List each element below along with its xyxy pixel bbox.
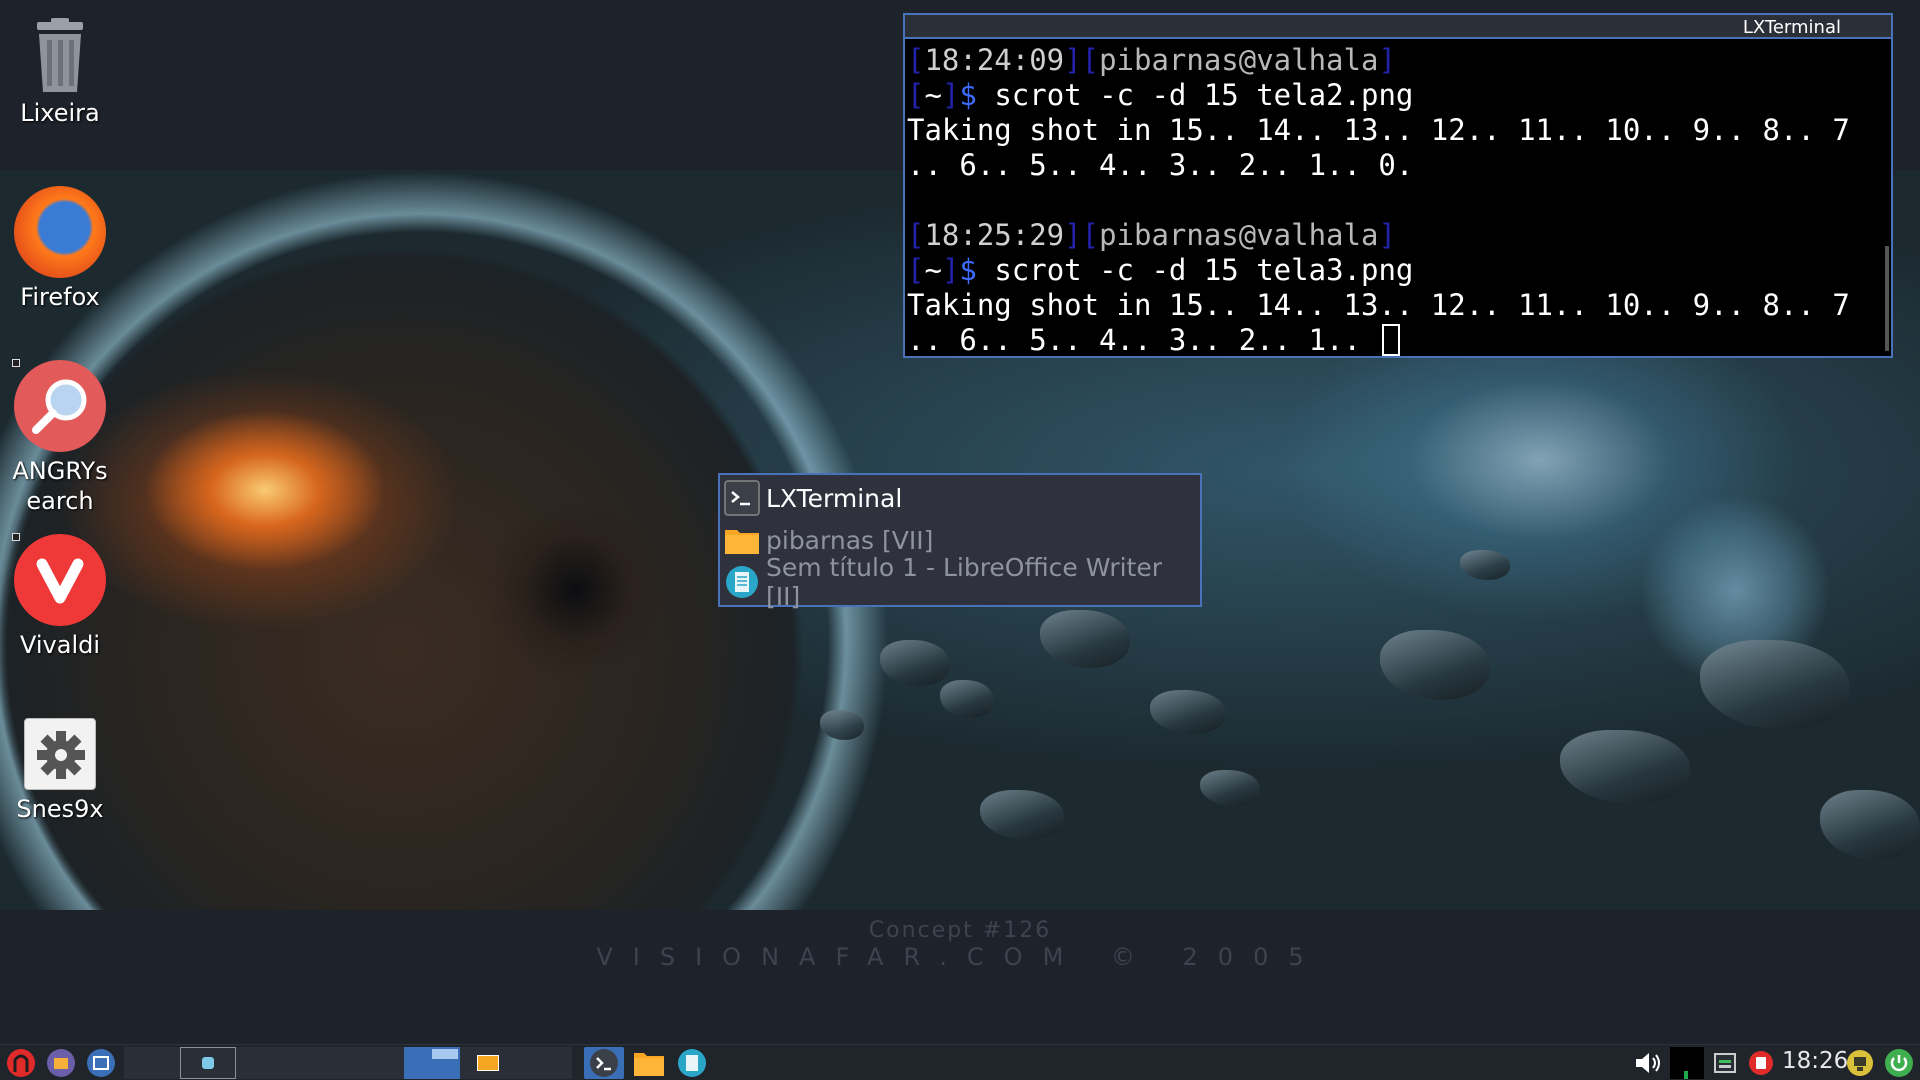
terminal-titlebar[interactable]: LXTerminal <box>905 15 1891 39</box>
terminal-icon <box>590 1049 618 1077</box>
battery-status[interactable] <box>1844 1047 1876 1079</box>
desktop-pager-1[interactable] <box>124 1047 180 1079</box>
prompt-line: [18:24:09][pibarnas@valhala] <box>907 43 1396 77</box>
panel-clock[interactable]: 18:26 <box>1782 1048 1848 1074</box>
volume-control[interactable] <box>1632 1047 1664 1079</box>
desktop-icon-vivaldi[interactable]: Vivaldi <box>0 534 120 660</box>
file-manager-launcher[interactable] <box>44 1047 78 1079</box>
text-cursor <box>1382 324 1401 356</box>
taskbar-panel: 18:26 <box>0 1044 1920 1080</box>
output-line: .. 6.. 5.. 4.. 3.. 2.. 1.. 0. <box>907 148 1414 182</box>
desktop-pager-8[interactable] <box>516 1047 572 1079</box>
terminal-window[interactable]: LXTerminal [18:24:09][pibarnas@valhala][… <box>903 13 1893 358</box>
window-title: LXTerminal <box>1742 17 1841 38</box>
task-libreoffice-writer[interactable] <box>674 1047 710 1079</box>
update-notifier-icon <box>1749 1051 1773 1075</box>
folder-icon <box>634 1053 664 1076</box>
terminal-output[interactable]: [18:24:09][pibarnas@valhala] [~]$ scrot -… <box>905 41 1879 356</box>
wallpaper-credit: Concept #126 VISIONAFAR.COM © 2005 <box>0 918 1920 971</box>
desktop-pager-6[interactable] <box>404 1047 460 1079</box>
prompt-symbol: $ <box>959 253 977 287</box>
window-switcher[interactable]: LXTerminal pibarnas [VII] Sem título 1 -… <box>718 473 1202 611</box>
folder-icon <box>724 522 760 558</box>
task-lxterminal[interactable] <box>584 1047 624 1079</box>
cpu-monitor[interactable] <box>1670 1047 1704 1079</box>
desktop-icon-label: Vivaldi <box>19 631 101 659</box>
trash-icon <box>25 18 95 94</box>
desktop-pager-3[interactable] <box>236 1047 292 1079</box>
command-text: scrot -c -d 15 tela2.png <box>976 78 1414 112</box>
output-line: Taking shot in 15.. 14.. 13.. 12.. 11.. … <box>907 113 1850 147</box>
desktop-pager-4[interactable] <box>292 1047 348 1079</box>
pager-window-icon <box>202 1057 214 1069</box>
desktop-icon-label: Snes9x <box>16 795 104 823</box>
terminal-icon <box>724 480 760 516</box>
menu-button[interactable] <box>4 1047 38 1079</box>
wallpaper-credit-site: VISIONAFAR.COM © 2005 <box>596 943 1324 971</box>
prompt-line: [18:25:29][pibarnas@valhala] <box>907 218 1396 252</box>
switcher-item-label: LXTerminal <box>766 483 903 513</box>
desktop-icon-label: Firefox <box>20 283 100 311</box>
show-desktop-icon <box>87 1049 115 1077</box>
wallpaper-credit-title: Concept #126 <box>868 918 1052 943</box>
desktop-icon-angrysearch[interactable]: ANGRYs earch <box>0 360 120 516</box>
vivaldi-icon <box>14 534 106 626</box>
task-file-manager[interactable] <box>630 1047 668 1079</box>
terminal-scrollbar[interactable] <box>1879 41 1891 356</box>
volume-icon <box>1636 1053 1660 1073</box>
power-button[interactable] <box>1882 1047 1916 1079</box>
output-text: .. 6.. 5.. 4.. 3.. 2.. 1.. <box>907 323 1379 356</box>
switcher-item-lxterminal[interactable]: LXTerminal <box>724 477 1196 519</box>
menu-icon <box>7 1049 35 1077</box>
gear-icon <box>24 718 96 790</box>
command-line: [~]$ scrot -c -d 15 tela3.png <box>907 253 1414 287</box>
command-line: [~]$ scrot -c -d 15 tela2.png <box>907 78 1414 112</box>
desktop-icon-label: Lixeira <box>20 99 100 127</box>
prompt-user: pibarnas@valhala <box>1099 218 1379 252</box>
power-icon <box>1885 1049 1913 1077</box>
desktop-icon-label: ANGRYs earch <box>12 457 108 515</box>
prompt-dir: ~ <box>924 253 942 287</box>
desktop-icon-snes9x[interactable]: Snes9x <box>0 718 120 824</box>
pager-folder-icon <box>477 1055 499 1071</box>
scrollbar-thumb[interactable] <box>1885 246 1889 351</box>
desktop-icon-trash[interactable]: Lixeira <box>0 18 120 128</box>
firefox-icon <box>14 186 106 278</box>
writer-document-icon <box>724 564 760 600</box>
switcher-item-label: Sem título 1 - LibreOffice Writer [II] <box>766 553 1163 611</box>
desktop-pager-2[interactable] <box>180 1047 236 1079</box>
switcher-item-label: pibarnas [VII] <box>766 525 934 555</box>
show-desktop-launcher[interactable] <box>84 1047 118 1079</box>
writer-document-icon <box>678 1049 706 1077</box>
battery-icon <box>1847 1050 1873 1076</box>
desktop-icon-firefox[interactable]: Firefox <box>0 186 120 312</box>
file-manager-icon <box>47 1049 75 1077</box>
pager-window-icon <box>432 1049 458 1059</box>
network-status[interactable] <box>1710 1047 1740 1079</box>
prompt-symbol: $ <box>959 78 977 112</box>
output-line: Taking shot in 15.. 14.. 13.. 12.. 11.. … <box>907 288 1850 322</box>
update-notifier[interactable] <box>1746 1047 1776 1079</box>
prompt-time: 18:24:09 <box>924 43 1065 77</box>
magnifier-icon <box>14 360 106 452</box>
command-text: scrot -c -d 15 tela3.png <box>976 253 1414 287</box>
prompt-user: pibarnas@valhala <box>1099 43 1379 77</box>
switcher-item-writer[interactable]: Sem título 1 - LibreOffice Writer [II] <box>724 553 1196 611</box>
prompt-dir: ~ <box>924 78 942 112</box>
prompt-time: 18:25:29 <box>924 218 1065 252</box>
output-line: .. 6.. 5.. 4.. 3.. 2.. 1.. <box>907 323 1877 356</box>
desktop-pager-7[interactable] <box>460 1047 516 1079</box>
network-icon <box>1714 1053 1736 1073</box>
cpu-monitor-icon <box>1684 1071 1688 1079</box>
desktop-pager-5[interactable] <box>348 1047 404 1079</box>
